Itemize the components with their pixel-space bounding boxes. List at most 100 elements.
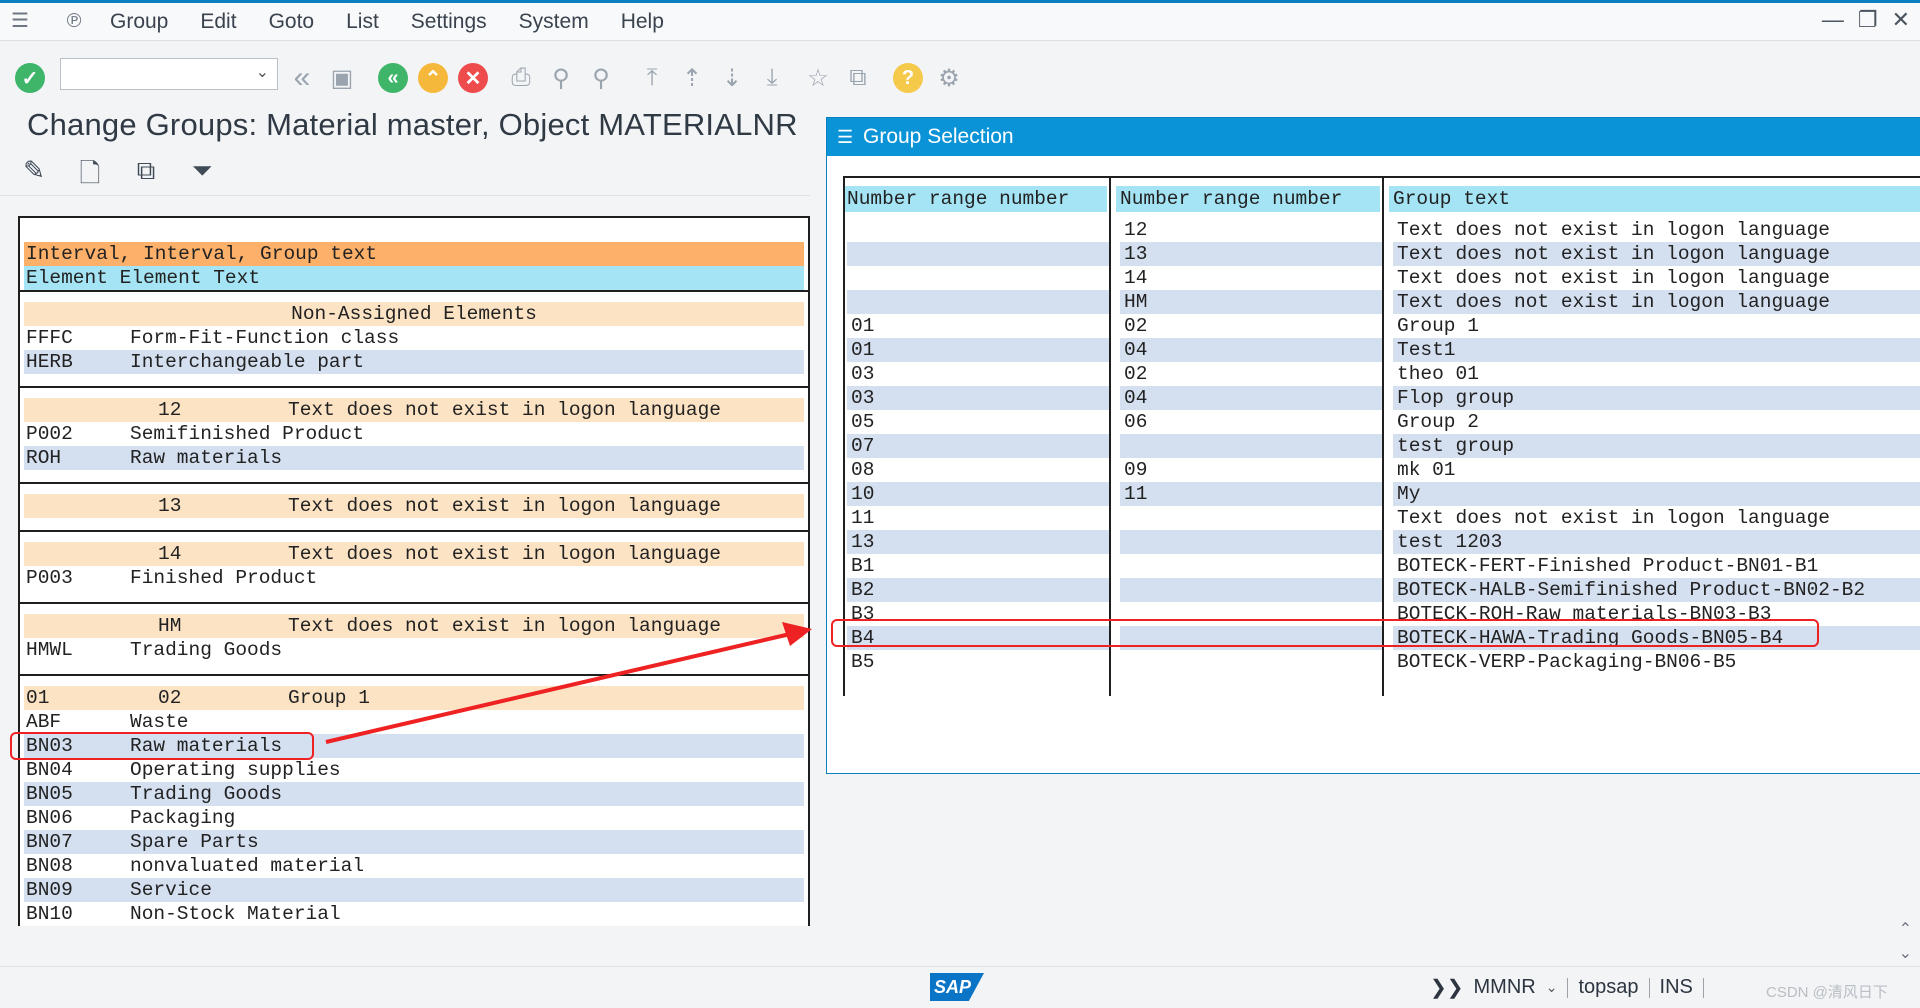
back-double-chevron-icon[interactable]: « bbox=[286, 61, 318, 94]
create-session-icon[interactable]: ☆ bbox=[802, 62, 834, 94]
find-icon[interactable]: ⚲ bbox=[545, 62, 577, 94]
table-row[interactable]: 07 test group bbox=[843, 434, 1920, 458]
table-row[interactable]: HM Text does not exist in logon language bbox=[843, 290, 1920, 314]
scroll-up-icon[interactable]: ⌃ bbox=[1899, 918, 1912, 942]
menu-system[interactable]: System bbox=[519, 10, 589, 34]
table-row[interactable]: 01 02 Group 1 bbox=[843, 314, 1920, 338]
cell-range-to: 11 bbox=[1120, 482, 1382, 506]
menu-group[interactable]: Group bbox=[110, 10, 168, 34]
cell-group-text: test group bbox=[1393, 434, 1920, 458]
list-item[interactable]: BN08 nonvaluated material bbox=[24, 854, 804, 878]
cell-range-to bbox=[1120, 578, 1382, 602]
list-item[interactable]: HMWL Trading Goods bbox=[24, 638, 804, 662]
table-row[interactable]: 03 04 Flop group bbox=[843, 386, 1920, 410]
cell-range-from bbox=[847, 218, 1109, 242]
cell-range-from: 11 bbox=[851, 507, 875, 529]
back-icon[interactable]: « bbox=[378, 63, 408, 93]
chevron-down-icon[interactable]: ⌄ bbox=[256, 62, 269, 82]
previous-page-icon[interactable]: ⇡ bbox=[676, 62, 708, 94]
list-item[interactable]: BN09 Service bbox=[24, 878, 804, 902]
column-header-from[interactable]: Number range number bbox=[843, 186, 1107, 212]
list-item[interactable]: ROH Raw materials bbox=[24, 446, 804, 470]
list-item[interactable]: HERB Interchangeable part bbox=[24, 350, 804, 374]
table-row[interactable]: B5 BOTECK-VERP-Packaging-BN06-B5 bbox=[843, 650, 1920, 674]
sap-window: ☰ ℗ Group Edit Goto List Settings System… bbox=[0, 0, 1920, 1008]
cell-group-text: BOTECK-FERT-Finished Product-BN01-B1 bbox=[1397, 555, 1819, 577]
restore-button[interactable]: ❐ bbox=[1858, 7, 1878, 33]
table-row[interactable]: B1 BOTECK-FERT-Finished Product-BN01-B1 bbox=[843, 554, 1920, 578]
table-row[interactable]: 05 06 Group 2 bbox=[843, 410, 1920, 434]
table-row[interactable]: 13 Text does not exist in logon language bbox=[843, 242, 1920, 266]
menu-edit[interactable]: Edit bbox=[200, 10, 236, 34]
section-heading[interactable]: 14 Text does not exist in logon language bbox=[24, 542, 804, 566]
column-header-group-text[interactable]: Group text bbox=[1389, 186, 1920, 212]
list-item[interactable]: BN07 Spare Parts bbox=[24, 830, 804, 854]
cell-group-text: test 1203 bbox=[1393, 530, 1920, 554]
status-divider bbox=[1567, 977, 1569, 998]
dialog-title-bar[interactable]: ☰ Group Selection bbox=[827, 118, 1920, 156]
last-page-icon[interactable]: ⤓ bbox=[756, 62, 788, 94]
status-divider bbox=[1648, 977, 1650, 998]
cell-group-text: Text does not exist in logon language bbox=[1397, 219, 1830, 241]
dialog-window-icon: ☰ bbox=[837, 127, 854, 147]
cell-range-from: 03 bbox=[851, 363, 875, 385]
table-row[interactable]: 13 test 1203 bbox=[843, 530, 1920, 554]
table-row[interactable]: B2 BOTECK-HALB-Semifinished Product-BN02-… bbox=[843, 578, 1920, 602]
settings-gear-icon[interactable]: ⚙ bbox=[933, 62, 965, 94]
list-item[interactable]: ABF Waste bbox=[24, 710, 804, 734]
list-header-row: Interval, Interval, Group text bbox=[24, 242, 804, 266]
p-icon[interactable]: ℗ bbox=[62, 10, 86, 32]
list-item[interactable]: P002 Semifinished Product bbox=[24, 422, 804, 446]
chevron-down-icon[interactable]: ⌄ bbox=[1546, 979, 1558, 996]
section-heading[interactable]: 13 Text does not exist in logon language bbox=[24, 494, 804, 518]
cell-range-to: 12 bbox=[1124, 219, 1148, 241]
menu-icon[interactable]: ☰ bbox=[8, 10, 32, 32]
hierarchy-icon[interactable]: ⧉ bbox=[130, 155, 162, 191]
scroll-down-icon[interactable]: ⌄ bbox=[1899, 942, 1912, 966]
save-icon[interactable]: ▣ bbox=[326, 62, 358, 94]
shortcut-icon[interactable]: ⧉ bbox=[842, 62, 874, 94]
table-row[interactable]: 03 02 theo 01 bbox=[843, 362, 1920, 386]
section-heading[interactable]: Non-Assigned Elements bbox=[24, 302, 804, 326]
cell-group-text: Text does not exist in logon language bbox=[1393, 242, 1920, 266]
list-item[interactable]: BN05 Trading Goods bbox=[24, 782, 804, 806]
table-row[interactable]: 12 Text does not exist in logon language bbox=[843, 218, 1920, 242]
help-icon[interactable]: ? bbox=[893, 63, 923, 93]
table-row[interactable]: 08 09 mk 01 bbox=[843, 458, 1920, 482]
input-mode[interactable]: INS bbox=[1660, 976, 1693, 999]
section-heading[interactable]: HM Text does not exist in logon language bbox=[24, 614, 804, 638]
list-item[interactable]: FFFC Form-Fit-Function class bbox=[24, 326, 804, 350]
cell-range-from: 01 bbox=[851, 315, 875, 337]
section-heading[interactable]: 01 02 Group 1 bbox=[24, 686, 804, 710]
minimize-button[interactable]: — bbox=[1822, 7, 1844, 33]
filter-icon[interactable]: ⏷ bbox=[186, 155, 218, 191]
cancel-icon[interactable]: ✕ bbox=[458, 63, 488, 93]
section-divider bbox=[20, 602, 808, 604]
list-item[interactable]: BN10 Non-Stock Material bbox=[24, 902, 804, 926]
print-icon[interactable]: ⎙ bbox=[505, 62, 537, 94]
column-header-to[interactable]: Number range number bbox=[1116, 186, 1380, 212]
find-next-icon[interactable]: ⚲ bbox=[585, 62, 617, 94]
close-button[interactable]: ✕ bbox=[1892, 7, 1910, 33]
section-heading[interactable]: 12 Text does not exist in logon language bbox=[24, 398, 804, 422]
table-row[interactable]: 11 Text does not exist in logon language bbox=[843, 506, 1920, 530]
list-item[interactable]: P003 Finished Product bbox=[24, 566, 804, 590]
exit-icon[interactable]: ⌃ bbox=[418, 63, 448, 93]
menu-list[interactable]: List bbox=[346, 10, 379, 34]
expand-status-icon[interactable]: ❯❯ bbox=[1430, 975, 1464, 1000]
table-row[interactable]: 10 11 My bbox=[843, 482, 1920, 506]
pencil-icon[interactable]: ✎ bbox=[18, 155, 50, 191]
enter-check-icon[interactable]: ✓ bbox=[15, 63, 45, 93]
next-page-icon[interactable]: ⇣ bbox=[716, 62, 748, 94]
list-item[interactable]: BN06 Packaging bbox=[24, 806, 804, 830]
table-row[interactable]: 01 04 Test1 bbox=[843, 338, 1920, 362]
menu-settings[interactable]: Settings bbox=[411, 10, 487, 34]
document-icon[interactable]: 🗋 bbox=[74, 155, 106, 191]
list-item[interactable]: BN04 Operating supplies bbox=[24, 758, 804, 782]
first-page-icon[interactable]: ⤒ bbox=[636, 62, 668, 94]
command-field[interactable]: ⌄ bbox=[60, 58, 278, 90]
menu-help[interactable]: Help bbox=[621, 10, 664, 34]
table-row[interactable]: 14 Text does not exist in logon language bbox=[843, 266, 1920, 290]
section-divider bbox=[20, 674, 808, 676]
menu-goto[interactable]: Goto bbox=[269, 10, 315, 34]
